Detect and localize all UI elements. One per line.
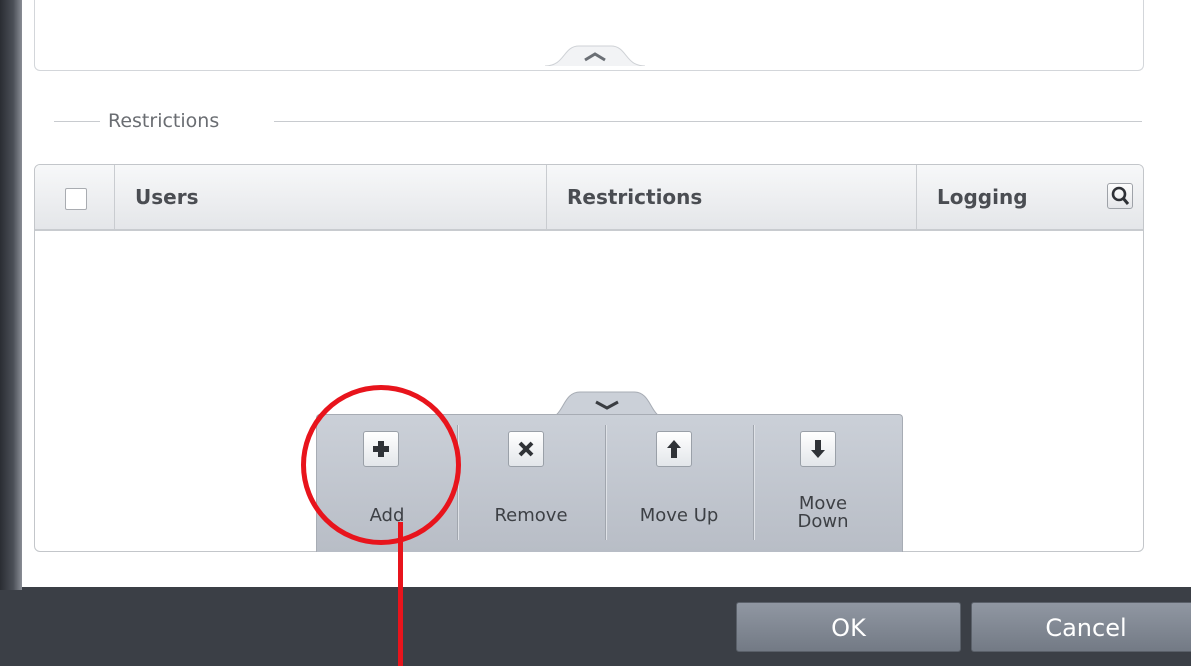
arrow-up-icon [656,431,692,467]
cancel-button[interactable]: Cancel [971,602,1191,652]
section-title: Restrictions [100,108,228,134]
select-all-checkbox[interactable] [65,188,87,210]
collapsed-panel [34,0,1144,71]
arrow-down-icon [800,431,836,467]
restrictions-section-header: Restrictions [34,108,1142,134]
divider [54,121,100,122]
move-up-label: Move Up [639,505,719,526]
move-down-button[interactable]: Move Down [754,415,900,552]
move-down-label: Move Down [797,493,849,532]
x-icon [508,431,544,467]
search-icon [1111,186,1130,205]
search-button[interactable] [1107,183,1133,209]
ok-button[interactable]: OK [736,602,961,652]
window-left-edge [0,0,22,590]
column-header-label: Restrictions [567,185,703,209]
callout-line [398,522,403,666]
table-header: Users Restrictions Logging [35,165,1143,231]
column-restrictions[interactable]: Restrictions [547,165,917,229]
column-users[interactable]: Users [115,165,547,229]
move-up-button[interactable]: Move Up [606,415,752,552]
column-header-label: Logging [937,185,1028,209]
remove-button[interactable]: Remove [458,415,604,552]
divider [274,121,1142,122]
highlight-circle [301,385,461,545]
expand-panel-tab[interactable] [545,44,645,66]
remove-label: Remove [494,505,568,526]
column-header-label: Users [135,185,199,209]
select-all-column [35,165,115,229]
